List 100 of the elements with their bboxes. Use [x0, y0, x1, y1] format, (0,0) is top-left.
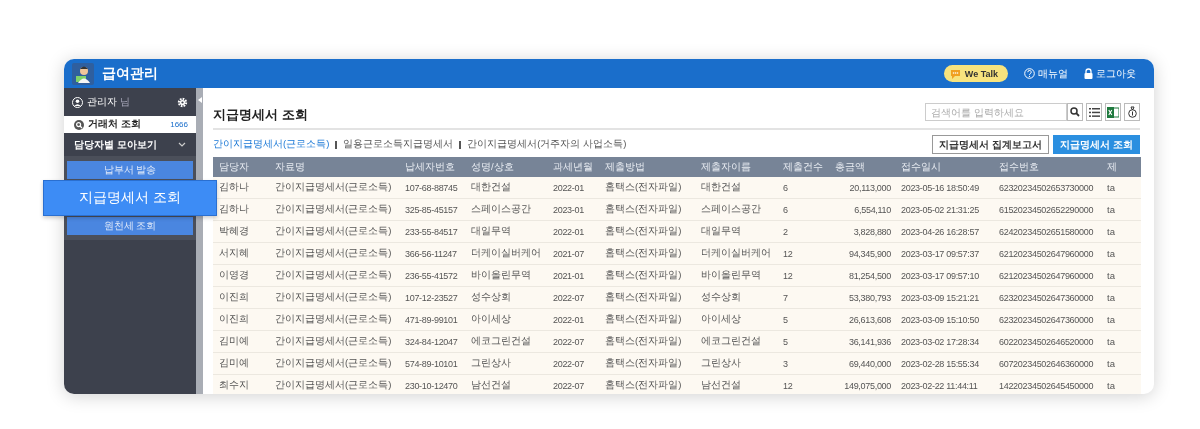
table-cell: 대일무역 [465, 220, 547, 243]
table-cell: 62120234502647960000 [993, 242, 1101, 265]
column-header: 접수일시 [895, 157, 993, 177]
sidebar-item[interactable]: 거래처 조회 1666 [64, 116, 196, 133]
spreadsheet-icon[interactable] [1107, 106, 1119, 118]
column-header: 제 [1101, 157, 1141, 177]
selected-menu-item[interactable]: 지급명세서 조회 [43, 180, 217, 216]
table-cell: 62420234502651580000 [993, 220, 1101, 243]
tab[interactable]: 간이지급명세서(근로소득) [213, 138, 330, 151]
table-cell: 20,113,000 [829, 177, 895, 199]
submenu-item[interactable]: 원천세 조회 [67, 217, 193, 235]
settings-icon[interactable] [177, 96, 188, 108]
table-cell: 5 [777, 308, 829, 331]
table-cell: 14220234502645450000 [993, 374, 1101, 394]
sidebar-group-header[interactable]: 담당자별 모아보기 [64, 133, 196, 156]
table-cell: 간이지급명세서(근로소득) [269, 352, 399, 375]
table-cell: ta [1101, 177, 1141, 199]
table-cell: 2023-04-26 16:28:57 [895, 220, 993, 243]
table-cell: 81,254,500 [829, 264, 895, 287]
table-cell: ta [1101, 352, 1141, 375]
help-icon [1024, 68, 1035, 79]
table-cell: 26,613,608 [829, 308, 895, 331]
table-cell: 남선건설 [465, 374, 547, 394]
tab[interactable]: 일용근로소득지급명세서 [343, 138, 454, 151]
table-cell: 스페이스공간 [695, 198, 777, 221]
table-cell: 2023-03-09 15:10:50 [895, 308, 993, 331]
sidebar-item-label: 거래처 조회 [88, 118, 142, 131]
column-header: 제출자이름 [695, 157, 777, 177]
column-header: 접수번호 [993, 157, 1101, 177]
table-cell: 236-55-41572 [399, 264, 465, 287]
table-cell: 12 [777, 264, 829, 287]
search-submit-button[interactable]: 지급명세서 조회 [1053, 135, 1140, 154]
table-cell: 2022-07 [547, 286, 599, 309]
table-cell: 간이지급명세서(근로소득) [269, 242, 399, 265]
table-cell: 53,380,793 [829, 286, 895, 309]
table-cell: 3 [777, 352, 829, 375]
table-cell: 69,440,000 [829, 352, 895, 375]
manual-link[interactable]: 매뉴얼 [1024, 66, 1068, 81]
table-cell: 홈택스(전자파일) [599, 286, 695, 309]
table-cell: 간이지급명세서(근로소득) [269, 330, 399, 353]
column-header: 총금액 [829, 157, 895, 177]
table-cell: 더케이실버케어 [695, 242, 777, 265]
report-button[interactable]: 지급명세서 집계보고서 [932, 135, 1050, 154]
table-cell: 남선건설 [695, 374, 777, 394]
table-cell: 홈택스(전자파일) [599, 242, 695, 265]
search-icon[interactable] [1070, 107, 1080, 117]
search-field[interactable]: 검색어를 입력하세요 [925, 103, 1067, 121]
table-cell: 574-89-10101 [399, 352, 465, 375]
table-cell: 간이지급명세서(근로소득) [269, 177, 399, 199]
table-cell: 서지혜 [213, 242, 269, 265]
column-header: 제출건수 [777, 157, 829, 177]
table-cell: 이영경 [213, 264, 269, 287]
list-icon[interactable] [1088, 107, 1100, 117]
table-cell: 6,554,110 [829, 198, 895, 221]
table-cell: 2 [777, 220, 829, 243]
table-cell: 3,828,880 [829, 220, 895, 243]
table-cell: 2023-02-22 11:44:11 [895, 374, 993, 394]
table-cell: 간이지급명세서(근로소득) [269, 286, 399, 309]
table-cell: 대일무역 [695, 220, 777, 243]
table-cell: 홈택스(전자파일) [599, 352, 695, 375]
group-label: 담당자별 모아보기 [74, 137, 157, 152]
table-cell: 107-12-23527 [399, 286, 465, 309]
logout-link[interactable]: 로그아웃 [1084, 66, 1136, 81]
table-cell: 12 [777, 242, 829, 265]
table-cell: 대한건설 [695, 177, 777, 199]
we-talk-button[interactable]: We Talk [943, 65, 1008, 82]
table-cell: 홈택스(전자파일) [599, 330, 695, 353]
table-cell: 최수지 [213, 374, 269, 394]
table-cell: ta [1101, 330, 1141, 353]
table-cell: 62120234502647960000 [993, 264, 1101, 287]
table-cell: 바이올린무역 [695, 264, 777, 287]
table-cell: 2021-01 [547, 264, 599, 287]
table-cell: 그린상사 [465, 352, 547, 375]
column-header: 납세자번호 [399, 157, 465, 177]
column-header: 제출방법 [599, 157, 695, 177]
column-header: 자료명 [269, 157, 399, 177]
table-cell: 홈택스(전자파일) [599, 198, 695, 221]
table-cell: 이진희 [213, 308, 269, 331]
table-cell: 이진희 [213, 286, 269, 309]
table-cell: ta [1101, 220, 1141, 243]
table-cell: 2023-05-02 21:31:25 [895, 198, 993, 221]
table-cell: 홈택스(전자파일) [599, 220, 695, 243]
tab[interactable]: 간이지급명세서(거주자의 사업소득) [467, 138, 627, 151]
table-cell: 62320234502647360000 [993, 286, 1101, 309]
table-cell: 62320234502653730000 [993, 177, 1101, 199]
table-cell: ta [1101, 308, 1141, 331]
submenu-item[interactable]: 납부서 발송 [67, 161, 193, 179]
table-cell: 36,141,936 [829, 330, 895, 353]
table-cell: 60720234502646360000 [993, 352, 1101, 375]
table-cell: 2022-01 [547, 308, 599, 331]
table-cell: 간이지급명세서(근로소득) [269, 220, 399, 243]
table-cell: ta [1101, 374, 1141, 394]
table-cell: 62320234502647360000 [993, 308, 1101, 331]
column-header: 과세년월 [547, 157, 599, 177]
table-cell: 324-84-12047 [399, 330, 465, 353]
column-header: 담당자 [213, 157, 269, 177]
table-cell: 간이지급명세서(근로소득) [269, 308, 399, 331]
table-cell: 325-85-45157 [399, 198, 465, 221]
table-cell: 에코그린건설 [465, 330, 547, 353]
table-cell: 더케이실버케어 [465, 242, 547, 265]
